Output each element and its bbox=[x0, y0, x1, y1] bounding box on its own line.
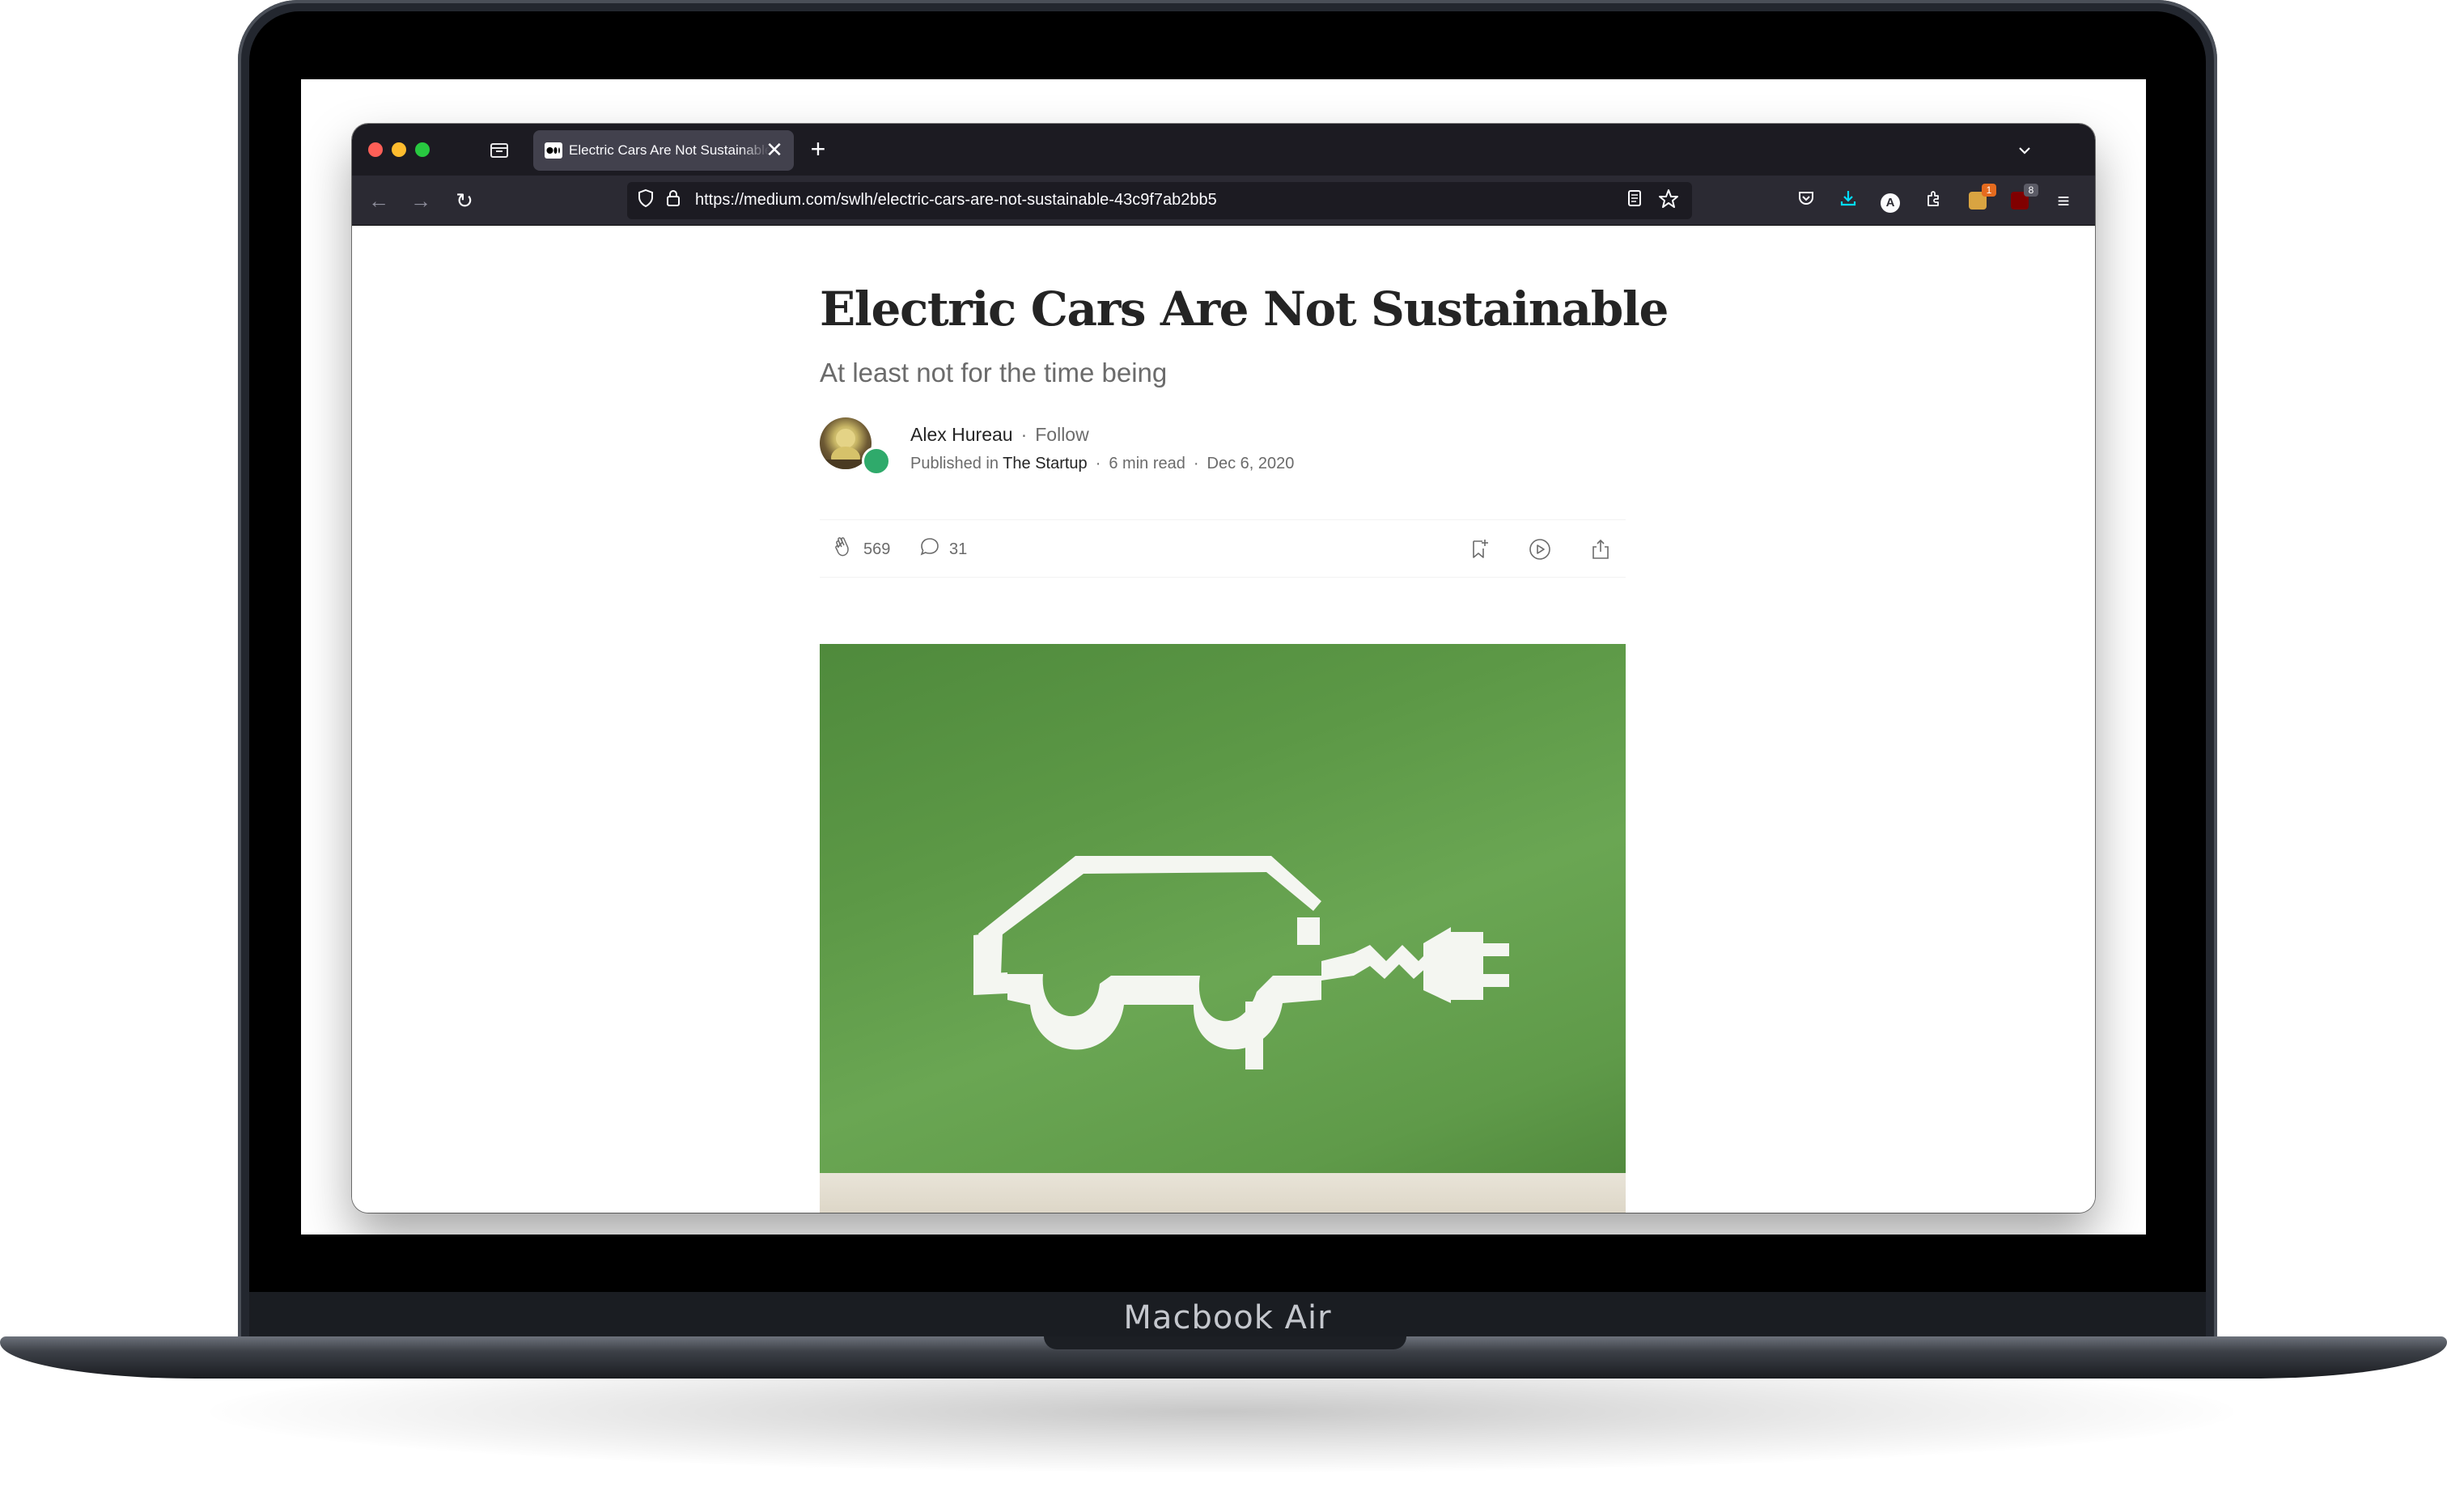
published-in-label: Published in bbox=[910, 455, 999, 472]
pocket-icon[interactable] bbox=[1794, 188, 1818, 213]
separator-dot: · bbox=[1020, 424, 1028, 445]
device-label: Macbook Air bbox=[1123, 1298, 1332, 1336]
clap-count: 569 bbox=[863, 540, 891, 558]
account-icon[interactable]: A bbox=[1878, 188, 1902, 213]
tab-strip: Electric Cars Are Not Sustainable ✕ + bbox=[352, 124, 2095, 176]
medium-favicon-icon bbox=[545, 142, 562, 159]
url-text[interactable]: https://medium.com/swlh/electric-cars-ar… bbox=[695, 191, 1217, 210]
navigation-toolbar: ← → ↻ https://medium.com/swlh/electric-c… bbox=[352, 176, 2095, 226]
web-page: Electric Cars Are Not Sustainable At lea… bbox=[352, 227, 2095, 1213]
follow-button[interactable]: Follow bbox=[1035, 424, 1088, 445]
article-title: Electric Cars Are Not Sustainable bbox=[820, 282, 1669, 337]
reload-button[interactable]: ↻ bbox=[451, 187, 478, 214]
laptop-screen: Electric Cars Are Not Sustainable ✕ + ← … bbox=[301, 79, 2146, 1235]
hamburger-menu-icon[interactable]: ≡ bbox=[2051, 188, 2076, 213]
article-action-bar: 569 31 bbox=[820, 519, 1626, 578]
browser-window: Electric Cars Are Not Sustainable ✕ + ← … bbox=[352, 124, 2095, 1213]
tracking-protection-shield-icon[interactable] bbox=[634, 188, 658, 213]
minimize-window-button[interactable] bbox=[392, 142, 406, 157]
extensions-puzzle-icon[interactable] bbox=[1922, 188, 1946, 213]
article-subtitle: At least not for the time being bbox=[820, 358, 1168, 388]
responses-button[interactable]: 31 bbox=[918, 535, 967, 564]
addon-badge: 1 bbox=[1982, 184, 1996, 197]
addon-icon[interactable]: 1 bbox=[1966, 184, 1996, 213]
publication-avatar[interactable] bbox=[862, 447, 891, 476]
firefox-view-icon[interactable] bbox=[488, 138, 511, 161]
new-tab-button[interactable]: + bbox=[805, 136, 831, 163]
forward-button[interactable]: → bbox=[407, 187, 435, 214]
separator-dot: · bbox=[1095, 455, 1101, 472]
laptop-notch bbox=[1044, 1336, 1406, 1349]
listen-play-icon[interactable] bbox=[1527, 535, 1553, 564]
account-letter: A bbox=[1881, 193, 1900, 213]
reader-view-icon[interactable] bbox=[1622, 188, 1647, 213]
article-meta: Published in The Startup · 6 min read · Dec … bbox=[910, 455, 1294, 476]
bookmark-add-icon[interactable] bbox=[1467, 535, 1491, 564]
author-line: Alex Hureau · Follow bbox=[910, 424, 1089, 448]
ublock-origin-icon[interactable]: 8 bbox=[2008, 184, 2038, 213]
address-bar[interactable]: https://medium.com/swlh/electric-cars-ar… bbox=[627, 182, 1692, 219]
bookmark-star-icon[interactable] bbox=[1656, 188, 1681, 213]
hero-image-ev-charging-symbol bbox=[820, 644, 1626, 1213]
zoom-window-button[interactable] bbox=[415, 142, 430, 157]
clap-icon bbox=[831, 535, 855, 565]
response-count: 31 bbox=[949, 540, 968, 558]
tab-active[interactable]: Electric Cars Are Not Sustainable ✕ bbox=[533, 130, 794, 171]
hero-curb bbox=[820, 1173, 1626, 1213]
publication-link[interactable]: The Startup bbox=[1003, 455, 1088, 472]
comment-bubble-icon bbox=[918, 536, 941, 564]
publish-date: Dec 6, 2020 bbox=[1207, 455, 1295, 472]
downloads-icon[interactable] bbox=[1836, 188, 1860, 213]
separator-dot: · bbox=[1193, 455, 1199, 472]
read-time: 6 min read bbox=[1109, 455, 1185, 472]
clap-button[interactable]: 569 bbox=[831, 535, 890, 564]
list-all-tabs-icon[interactable] bbox=[2012, 138, 2037, 163]
author-name[interactable]: Alex Hureau bbox=[910, 424, 1013, 445]
tab-close-icon[interactable]: ✕ bbox=[763, 138, 786, 161]
back-button[interactable]: ← bbox=[365, 187, 392, 214]
tab-title: Electric Cars Are Not Sustainable bbox=[569, 142, 770, 158]
share-icon[interactable] bbox=[1588, 535, 1613, 564]
ublock-badge: 8 bbox=[2024, 184, 2038, 197]
lock-icon[interactable] bbox=[661, 188, 685, 213]
close-window-button[interactable] bbox=[368, 142, 383, 157]
